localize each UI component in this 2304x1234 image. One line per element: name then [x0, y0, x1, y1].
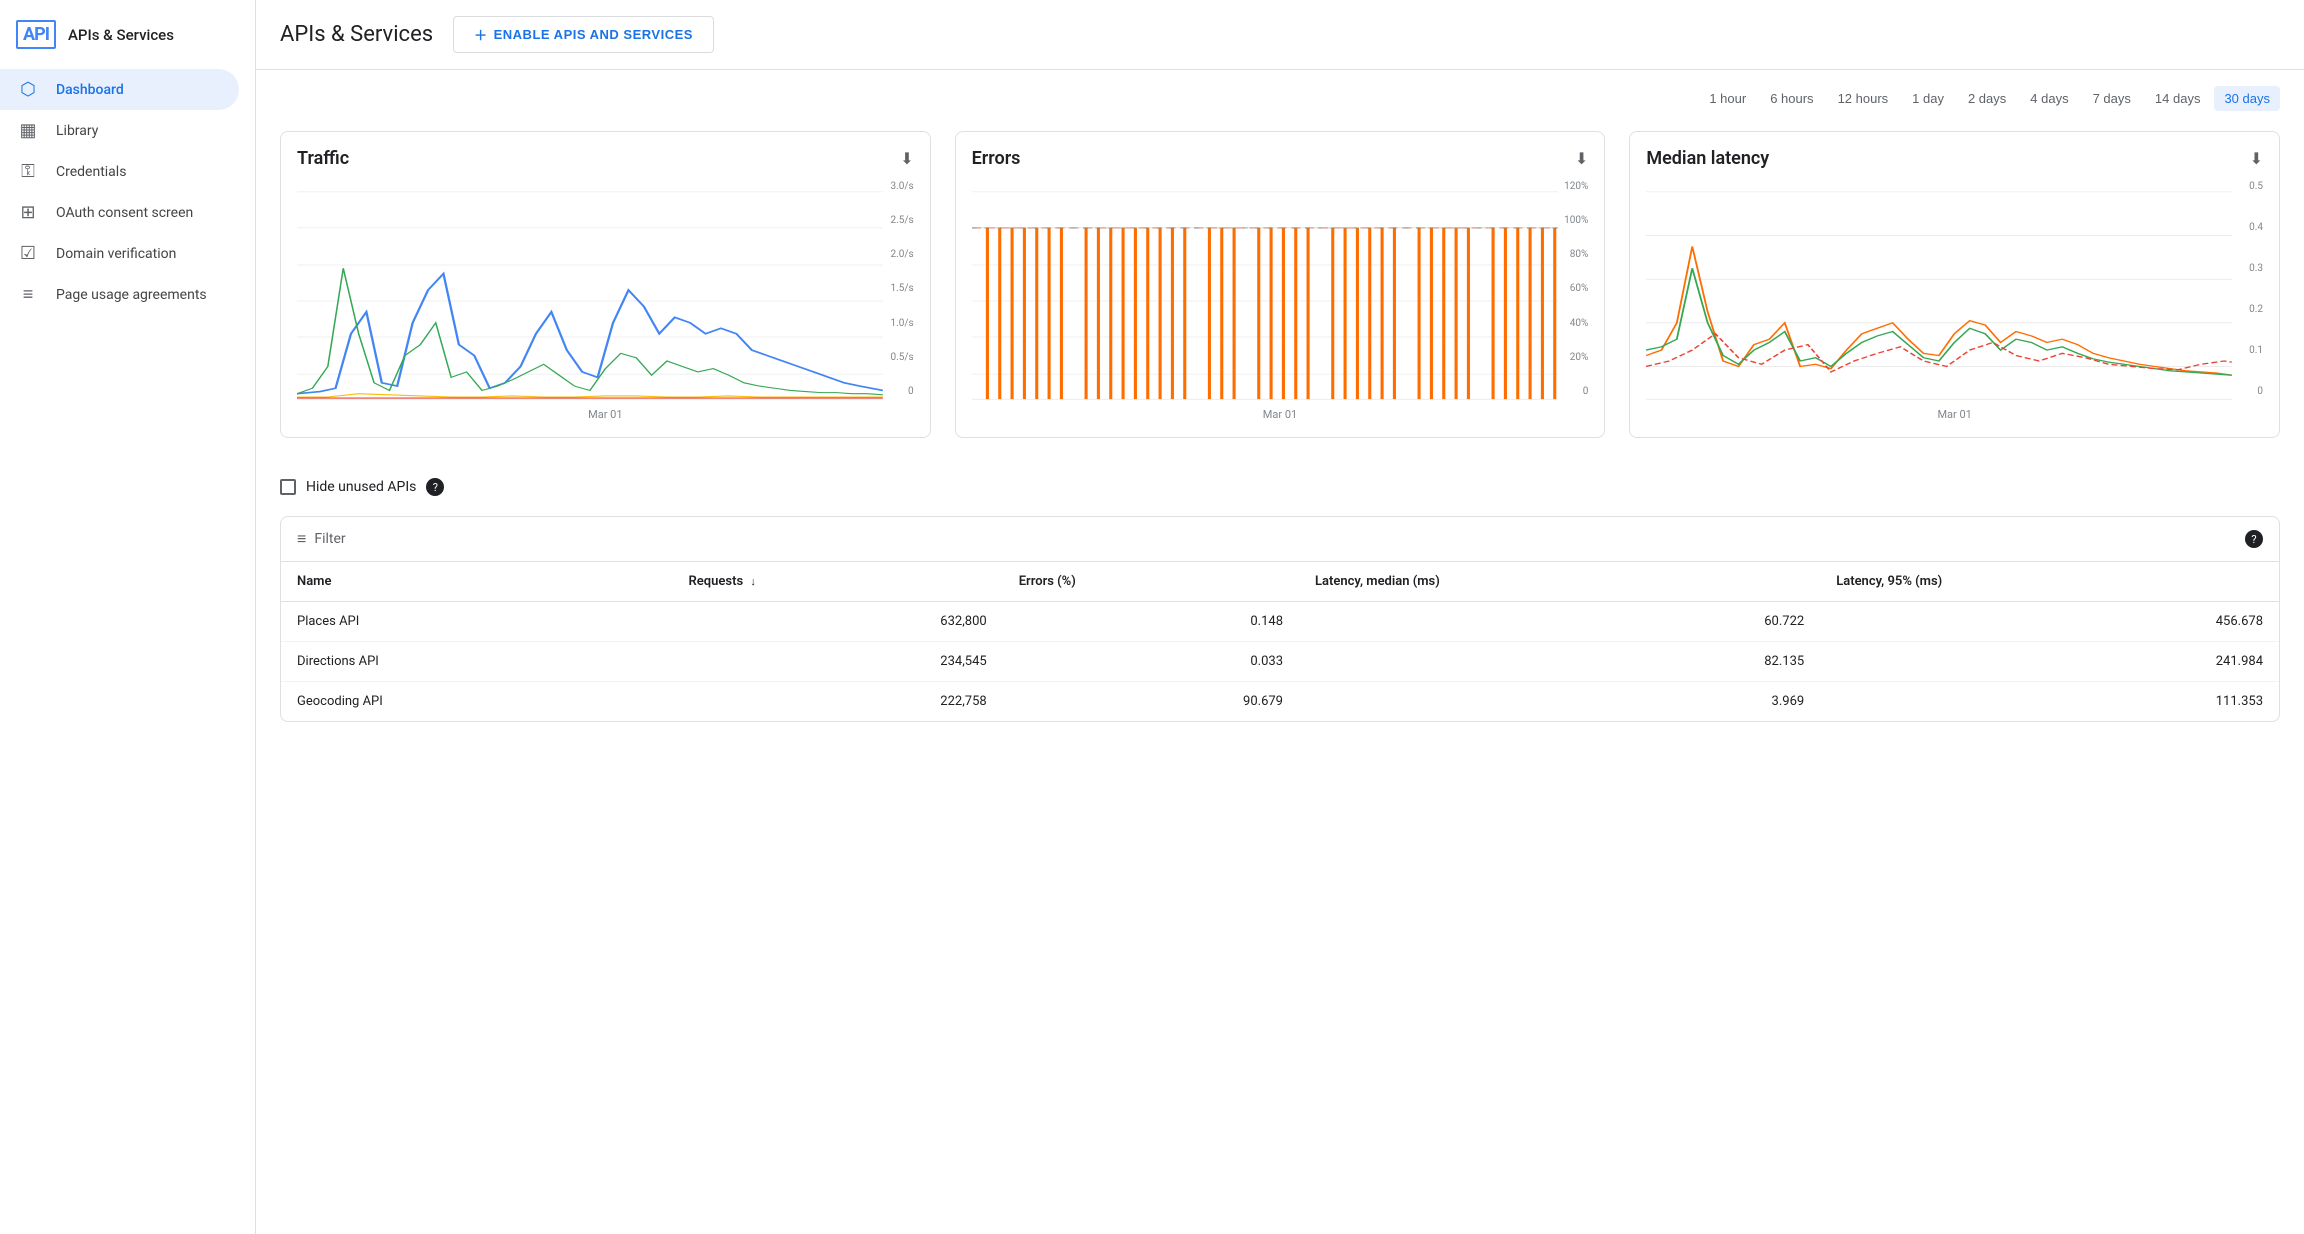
- cell-latency-median: 82.135: [1299, 642, 1820, 682]
- traffic-download-icon[interactable]: ⬇: [900, 149, 913, 168]
- time-filter-6hours[interactable]: 6 hours: [1760, 86, 1823, 111]
- cell-latency-median: 60.722: [1299, 602, 1820, 642]
- table-help-icon[interactable]: ?: [2245, 530, 2263, 548]
- cell-requests: 222,758: [673, 682, 1003, 722]
- errors-download-icon[interactable]: ⬇: [1575, 149, 1588, 168]
- latency-chart-card: Median latency ⬇: [1629, 131, 2280, 438]
- sidebar-item-label-domain: Domain verification: [56, 246, 176, 262]
- time-filter-30days[interactable]: 30 days: [2214, 86, 2280, 111]
- page-title: APIs & Services: [280, 22, 433, 47]
- credentials-icon: ⚿: [16, 161, 40, 182]
- filter-icon: ≡: [297, 529, 306, 549]
- api-logo: API: [16, 20, 56, 49]
- traffic-chart-title: Traffic: [297, 148, 349, 169]
- cell-latency-95: 111.353: [1820, 682, 2279, 722]
- traffic-chart-card: Traffic ⬇: [280, 131, 931, 438]
- table-row: Geocoding API 222,758 90.679 3.969 111.3…: [281, 682, 2279, 722]
- sidebar-item-label-dashboard: Dashboard: [56, 82, 124, 98]
- cell-requests: 632,800: [673, 602, 1003, 642]
- sidebar-title: APIs & Services: [68, 26, 174, 44]
- hide-unused-help-icon[interactable]: ?: [426, 478, 444, 496]
- hide-unused-label: Hide unused APIs: [306, 479, 416, 495]
- hide-unused-row: Hide unused APIs ?: [280, 478, 2280, 496]
- enable-apis-button[interactable]: ＋ ENABLE APIS AND SERVICES: [453, 16, 714, 53]
- table-row: Directions API 234,545 0.033 82.135 241.…: [281, 642, 2279, 682]
- time-filter-14days[interactable]: 14 days: [2145, 86, 2211, 111]
- cell-errors: 0.033: [1003, 642, 1299, 682]
- latency-chart-area: 0.50.40.30.20.10 Mar 01: [1646, 181, 2263, 421]
- col-header-latency-95: Latency, 95% (ms): [1820, 562, 2279, 602]
- sidebar-item-domain[interactable]: ☑ Domain verification: [0, 233, 239, 274]
- errors-x-label: Mar 01: [1263, 408, 1297, 421]
- cell-latency-median: 3.969: [1299, 682, 1820, 722]
- cell-errors: 0.148: [1003, 602, 1299, 642]
- col-header-errors: Errors (%): [1003, 562, 1299, 602]
- main-header: APIs & Services ＋ ENABLE APIS AND SERVIC…: [256, 0, 2304, 70]
- filter-button[interactable]: ≡ Filter: [297, 529, 346, 549]
- sidebar-item-label-oauth: OAuth consent screen: [56, 205, 193, 221]
- api-table: Name Requests ↓ Errors (%) Latency, medi…: [281, 562, 2279, 721]
- time-filter-bar: 1 hour6 hours12 hours1 day2 days4 days7 …: [280, 86, 2280, 111]
- time-filter-7days[interactable]: 7 days: [2083, 86, 2141, 111]
- col-header-requests[interactable]: Requests ↓: [673, 562, 1003, 602]
- errors-chart-card: Errors ⬇: [955, 131, 1606, 438]
- table-header: Name Requests ↓ Errors (%) Latency, medi…: [281, 562, 2279, 602]
- latency-x-label: Mar 01: [1937, 408, 1971, 421]
- latency-chart-svg: [1646, 181, 2263, 421]
- table-row: Places API 632,800 0.148 60.722 456.678: [281, 602, 2279, 642]
- sidebar-item-dashboard[interactable]: ⬡ Dashboard: [0, 69, 239, 110]
- sidebar-item-label-credentials: Credentials: [56, 164, 126, 180]
- errors-chart-header: Errors ⬇: [972, 148, 1589, 169]
- traffic-chart-area: 3.0/s2.5/s2.0/s1.5/s1.0/s0.5/s0 Mar 01: [297, 181, 914, 421]
- cell-requests: 234,545: [673, 642, 1003, 682]
- sidebar-item-library[interactable]: ▦ Library: [0, 110, 239, 151]
- traffic-chart-svg: [297, 181, 914, 421]
- sidebar-item-label-library: Library: [56, 123, 98, 139]
- latency-chart-title: Median latency: [1646, 148, 1769, 169]
- sidebar-item-label-page-usage: Page usage agreements: [56, 287, 207, 303]
- errors-chart-title: Errors: [972, 148, 1021, 169]
- traffic-x-label: Mar 01: [588, 408, 622, 421]
- cell-errors: 90.679: [1003, 682, 1299, 722]
- table-body: Places API 632,800 0.148 60.722 456.678 …: [281, 602, 2279, 722]
- cell-name: Places API: [281, 602, 673, 642]
- dashboard-icon: ⬡: [16, 79, 40, 100]
- errors-chart-area: 120%100%80%60%40%20%0 Mar 01: [972, 181, 1589, 421]
- library-icon: ▦: [16, 120, 40, 141]
- col-header-name: Name: [281, 562, 673, 602]
- sidebar-navigation: ⬡ Dashboard ▦ Library ⚿ Credentials ⊞ OAuth con…: [0, 69, 255, 315]
- plus-icon: ＋: [474, 25, 488, 44]
- latency-chart-header: Median latency ⬇: [1646, 148, 2263, 169]
- hide-unused-checkbox[interactable]: [280, 479, 296, 495]
- sidebar-item-oauth[interactable]: ⊞ OAuth consent screen: [0, 192, 239, 233]
- cell-latency-95: 456.678: [1820, 602, 2279, 642]
- time-filter-1hour[interactable]: 1 hour: [1699, 86, 1756, 111]
- cell-latency-95: 241.984: [1820, 642, 2279, 682]
- cell-name: Directions API: [281, 642, 673, 682]
- traffic-chart-header: Traffic ⬇: [297, 148, 914, 169]
- enable-button-label: ENABLE APIS AND SERVICES: [494, 27, 693, 42]
- col-header-latency-median: Latency, median (ms): [1299, 562, 1820, 602]
- content-area: 1 hour6 hours12 hours1 day2 days4 days7 …: [256, 70, 2304, 738]
- api-table-section: ≡ Filter ? Name Requests ↓ Errors (%) La…: [280, 516, 2280, 722]
- sidebar: API APIs & Services ⬡ Dashboard ▦ Library ⚿ C…: [0, 0, 256, 1234]
- time-filter-1day[interactable]: 1 day: [1902, 86, 1954, 111]
- main-content: APIs & Services ＋ ENABLE APIS AND SERVIC…: [256, 0, 2304, 1234]
- domain-icon: ☑: [16, 243, 40, 264]
- time-filter-2days[interactable]: 2 days: [1958, 86, 2016, 111]
- time-filter-12hours[interactable]: 12 hours: [1828, 86, 1899, 111]
- sidebar-header: API APIs & Services: [0, 8, 255, 69]
- errors-chart-svg: [972, 181, 1589, 421]
- sidebar-item-credentials[interactable]: ⚿ Credentials: [0, 151, 239, 192]
- sidebar-item-page-usage[interactable]: ≡ Page usage agreements: [0, 274, 239, 315]
- oauth-icon: ⊞: [16, 202, 40, 223]
- page-usage-icon: ≡: [16, 284, 40, 305]
- filter-label: Filter: [314, 531, 345, 547]
- cell-name: Geocoding API: [281, 682, 673, 722]
- latency-download-icon[interactable]: ⬇: [2250, 149, 2263, 168]
- time-filter-4days[interactable]: 4 days: [2020, 86, 2078, 111]
- charts-grid: Traffic ⬇: [280, 131, 2280, 438]
- table-toolbar: ≡ Filter ?: [281, 517, 2279, 562]
